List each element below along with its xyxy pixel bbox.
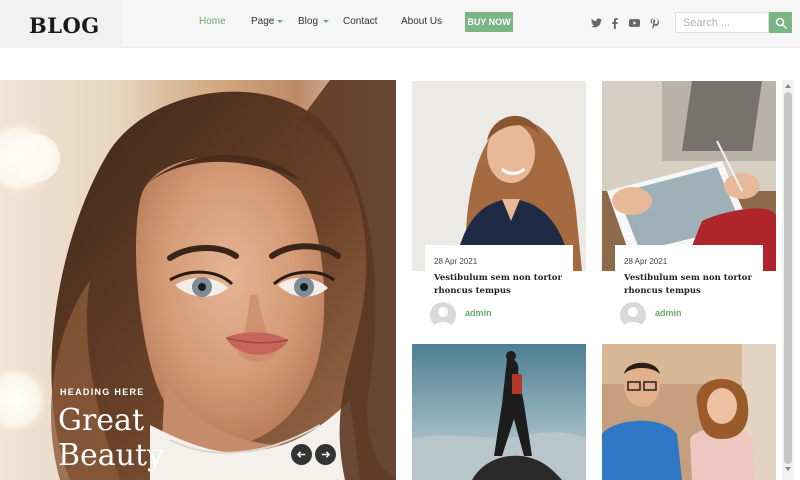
nav-item-about-us[interactable]: About Us bbox=[401, 16, 442, 27]
avatar bbox=[430, 302, 456, 328]
nav-item-blog[interactable]: Blog bbox=[298, 16, 318, 27]
pinterest-icon[interactable] bbox=[648, 17, 660, 29]
facebook-icon[interactable] bbox=[609, 17, 621, 29]
avatar bbox=[620, 302, 646, 328]
youtube-icon[interactable] bbox=[628, 17, 640, 29]
card-title[interactable]: Vestibulum sem non tortor rhoncus tempus bbox=[624, 272, 759, 298]
card-image[interactable] bbox=[412, 81, 586, 271]
arrow-right-icon bbox=[321, 451, 330, 458]
card-image[interactable] bbox=[602, 81, 776, 271]
card-body: 28 Apr 2021 Vestibulum sem non tortor rh… bbox=[615, 245, 763, 333]
card-image[interactable] bbox=[602, 344, 776, 480]
card-author[interactable]: admin bbox=[655, 308, 682, 318]
hero-prev-button[interactable] bbox=[291, 444, 312, 465]
arrow-left-icon bbox=[297, 451, 306, 458]
buy-now-button[interactable]: BUY NOW bbox=[465, 12, 513, 32]
search-button[interactable] bbox=[769, 12, 792, 33]
scrollbar[interactable] bbox=[782, 80, 794, 480]
nav-item-home[interactable]: Home bbox=[199, 16, 226, 27]
hero-slider: HEADING HERE Great Beauty bbox=[0, 80, 396, 480]
scroll-down-icon[interactable] bbox=[785, 467, 791, 471]
search-icon bbox=[775, 17, 787, 29]
card-date: 28 Apr 2021 bbox=[624, 257, 668, 266]
hero-next-button[interactable] bbox=[315, 444, 336, 465]
card-author[interactable]: admin bbox=[465, 308, 492, 318]
card-body: 28 Apr 2021 Vestibulum sem non tortor rh… bbox=[425, 245, 573, 333]
site-logo[interactable]: BLOG bbox=[29, 13, 100, 38]
logo-area: BLOG bbox=[0, 0, 122, 48]
scroll-up-icon[interactable] bbox=[785, 84, 791, 88]
card-date: 28 Apr 2021 bbox=[434, 257, 478, 266]
chevron-down-icon[interactable] bbox=[277, 20, 283, 23]
hero-title: Great Beauty bbox=[58, 403, 165, 473]
card-title[interactable]: Vestibulum sem non tortor rhoncus tempus bbox=[434, 272, 569, 298]
nav-item-contact[interactable]: Contact bbox=[343, 16, 377, 27]
nav-item-page[interactable]: Page bbox=[251, 16, 274, 27]
hero-heading: HEADING HERE bbox=[60, 387, 145, 397]
twitter-icon[interactable] bbox=[590, 17, 602, 29]
card-image[interactable] bbox=[412, 344, 586, 480]
site-header: BLOG Home Page Blog Contact About Us BUY… bbox=[0, 0, 800, 48]
search-input[interactable] bbox=[675, 12, 769, 33]
scroll-thumb[interactable] bbox=[784, 92, 792, 464]
chevron-down-icon[interactable] bbox=[323, 20, 329, 23]
